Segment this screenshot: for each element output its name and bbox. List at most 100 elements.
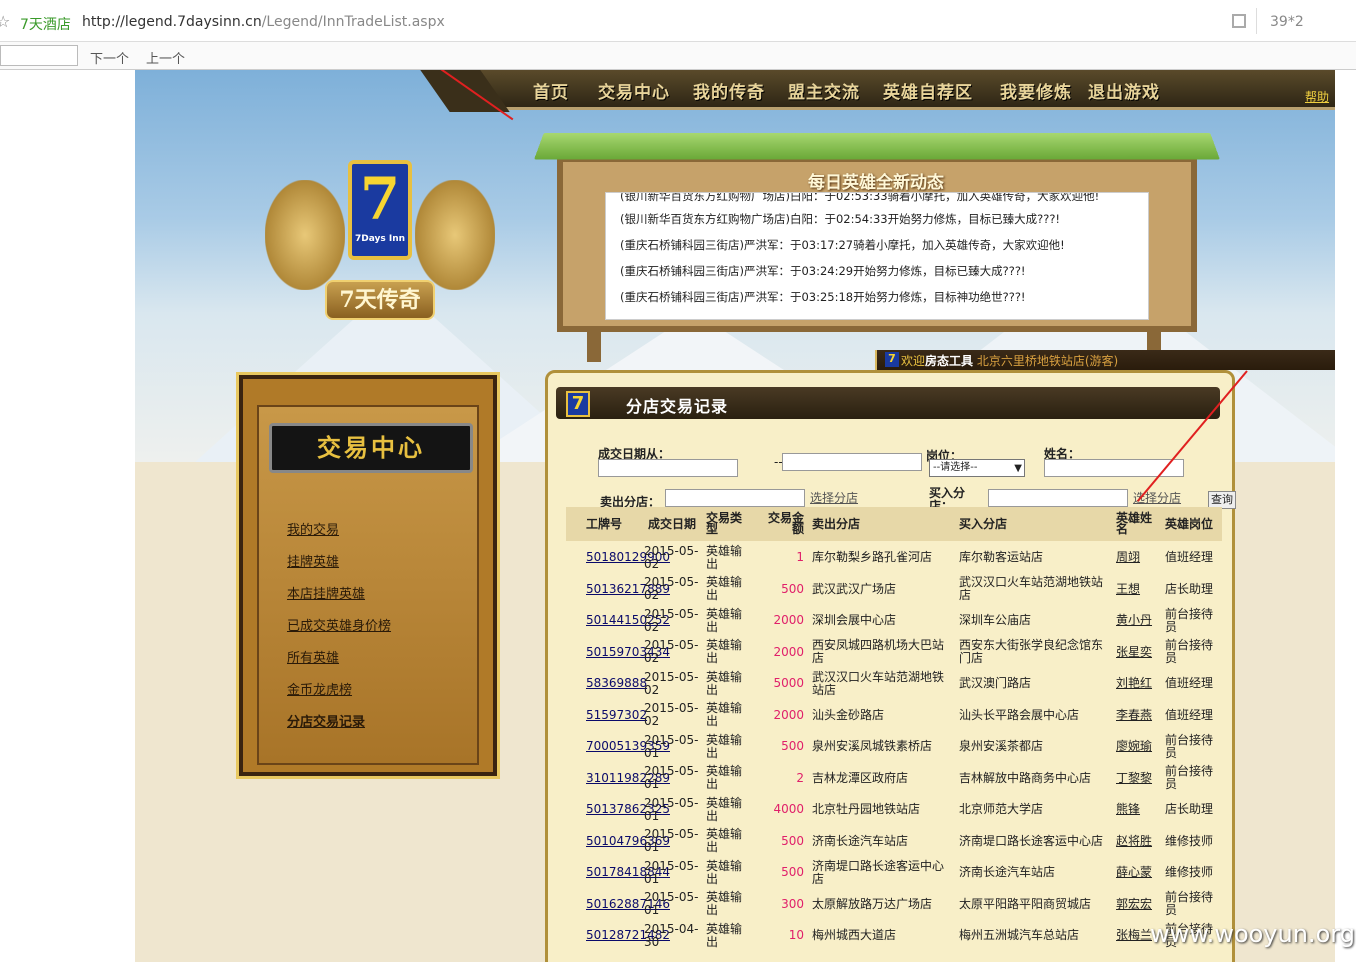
logo-banner: 7天传奇: [325, 280, 435, 320]
seller-branch: 武汉武汉广场店: [812, 581, 897, 596]
nav-logout[interactable]: 退出游戏: [1088, 78, 1160, 103]
badge-id[interactable]: 50136217889: [586, 574, 670, 605]
hero-name[interactable]: 李春燕: [1116, 700, 1156, 731]
badge-id[interactable]: 50104796369: [586, 826, 670, 857]
trade-type: 英雄输出: [706, 543, 743, 571]
help-link[interactable]: 帮助: [1305, 88, 1329, 105]
hero-name[interactable]: 薛心蒙: [1116, 857, 1156, 888]
hero-name[interactable]: 王想: [1116, 574, 1156, 605]
badge-id[interactable]: 50159703434: [586, 637, 670, 668]
hero-position: 值班经理: [1165, 676, 1214, 690]
seller-branch: 济南堤口路长途客运中心店: [812, 858, 945, 886]
buyer-branch: 太原平阳路平阳商贸城店: [959, 896, 1092, 911]
seller-branch: 吉林龙潭区政府店: [812, 770, 909, 785]
hero-name[interactable]: 熊锋: [1116, 794, 1156, 825]
trade-amount: 10: [788, 928, 804, 942]
7days-badge: 7 7Days Inn: [348, 160, 412, 260]
welcome-strip: 7 欢迎房态工具 北京六里桥地铁站店(游客): [875, 350, 1335, 370]
trade-amount: 1: [796, 550, 804, 564]
trade-amount: 2000: [773, 707, 804, 722]
badge-id[interactable]: 50137862325: [586, 794, 670, 825]
hero-name[interactable]: 丁黎黎: [1116, 763, 1156, 794]
7days-mini-icon: 7: [566, 391, 590, 417]
trade-type: 英雄输出: [706, 795, 743, 823]
table-row: 50144150252 2015-05-02 英雄输出 2000 深圳会展中心店 深圳车公…: [566, 605, 1222, 636]
star-icon[interactable]: ☆: [0, 12, 10, 31]
menu-title: 交易中心: [269, 423, 473, 473]
nav-train[interactable]: 我要修炼: [1000, 78, 1072, 103]
badge-id[interactable]: 50128721482: [586, 920, 670, 951]
7-days-legend-logo: 7 7Days Inn 7天传奇: [265, 140, 495, 330]
table-row: 58369888 2015-05-02 英雄输出 5000 武汉汉口火车站范湖地铁站店武…: [566, 668, 1222, 699]
sell-branch-input[interactable]: [665, 489, 805, 507]
nav-home[interactable]: 首页: [533, 78, 569, 103]
nav-hero-recommend[interactable]: 英雄自荐区: [883, 78, 973, 103]
buy-branch-input[interactable]: [988, 489, 1128, 507]
hero-position: 维修技师: [1165, 865, 1214, 879]
menu-list-hero[interactable]: 挂牌英雄: [287, 551, 339, 570]
hero-name[interactable]: 郭宏宏: [1116, 889, 1156, 920]
trade-type: 英雄输出: [706, 921, 743, 949]
table-row: 31011982289 2015-05-01 英雄输出 2 吉林龙潭区政府店 吉林解放中路…: [566, 763, 1222, 794]
hero-position: 店长助理: [1165, 581, 1214, 596]
buyer-branch: 库尔勒客运站店: [959, 550, 1044, 564]
7days-mini-icon: 7: [885, 352, 899, 367]
hero-position: 值班经理: [1165, 707, 1214, 722]
trade-date: 2015-05-01: [644, 732, 699, 760]
nav-my-legend[interactable]: 我的传奇: [693, 78, 765, 103]
hero-position: 前台接待员: [1165, 890, 1214, 917]
badge-id[interactable]: 58369888: [586, 668, 647, 699]
hero-name[interactable]: 刘艳红: [1116, 668, 1156, 699]
badge-id[interactable]: 50162887146: [586, 889, 670, 920]
address-bar[interactable]: ☆ 7天酒店 http://legend.7daysinn.cn/Legend/…: [0, 0, 1356, 42]
menu-gold-ranking[interactable]: 金币龙虎榜: [287, 679, 352, 698]
col-buyer: 买入分店: [959, 516, 1008, 531]
col-date: 成交日期: [648, 516, 697, 531]
trade-records-panel: 7 分店交易记录 成交日期从： -- 岗位： --请选择-- ▼ 姓名： 卖出分店…: [545, 370, 1236, 962]
site-name: 7天酒店: [20, 17, 71, 33]
find-next-button[interactable]: 下一个: [90, 48, 129, 67]
hero-name[interactable]: 张星奕: [1116, 637, 1156, 668]
position-select[interactable]: --请选择-- ▼: [929, 459, 1025, 477]
hero-name[interactable]: 廖婉瑜: [1116, 731, 1156, 762]
trade-type: 英雄输出: [706, 858, 743, 886]
date-to-input[interactable]: [782, 453, 922, 471]
nav-leader-chat[interactable]: 盟主交流: [788, 78, 860, 103]
buyer-branch: 吉林解放中路商务中心店: [959, 770, 1092, 785]
badge-id[interactable]: 50178418844: [586, 857, 670, 888]
trade-type: 英雄输出: [706, 827, 743, 854]
trade-type: 英雄输出: [706, 890, 743, 917]
menu-store-listed-heroes[interactable]: 本店挂牌英雄: [287, 583, 365, 602]
panel-title: 分店交易记录: [626, 397, 729, 416]
find-input[interactable]: [0, 45, 78, 66]
hero-position: 维修技师: [1165, 833, 1214, 848]
hero-position: 前台接待员: [1165, 764, 1214, 791]
menu-my-trades[interactable]: 我的交易: [287, 519, 339, 538]
menu-branch-trade-records[interactable]: 分店交易记录: [287, 711, 365, 730]
nav-trade-center[interactable]: 交易中心: [598, 78, 670, 103]
url-text[interactable]: http://legend.7daysinn.cn/Legend/InnTrad…: [82, 14, 445, 30]
select-sell-branch-link[interactable]: 选择分店: [810, 489, 858, 506]
menu-value-ranking[interactable]: 已成交英雄身价榜: [287, 615, 391, 634]
buyer-branch: 泉州安溪茶都店: [959, 739, 1044, 753]
user-store: 北京六里桥地铁站店(游客): [976, 354, 1119, 368]
zoom-indicator[interactable]: 39*2: [1270, 14, 1304, 30]
hero-name[interactable]: 黄小丹: [1116, 605, 1156, 636]
badge-id[interactable]: 31011982289: [586, 763, 670, 794]
hero-name[interactable]: 周翊: [1116, 542, 1156, 573]
badge-id[interactable]: 51597302: [586, 700, 647, 731]
date-from-input[interactable]: [598, 459, 738, 477]
badge-id[interactable]: 70005139359: [586, 731, 670, 762]
trade-type: 英雄输出: [706, 701, 743, 728]
trade-date: 2015-05-01: [644, 827, 699, 854]
badge-id[interactable]: 50180129900: [586, 542, 670, 573]
table-row: 51597302 2015-05-02 英雄输出 2000 汕头金砂路店 汕头长平路会展中…: [566, 700, 1222, 731]
trade-type: 英雄输出: [706, 764, 743, 791]
menu-all-heroes[interactable]: 所有英雄: [287, 647, 339, 666]
badge-id[interactable]: 50144150252: [586, 605, 670, 636]
table-row: 50159703434 2015-05-02 英雄输出 2000 西安凤城四路机场大巴站…: [566, 637, 1222, 668]
find-prev-button[interactable]: 上一个: [146, 48, 185, 67]
qr-code-icon[interactable]: [1232, 14, 1246, 28]
hero-name[interactable]: 赵将胜: [1116, 826, 1156, 857]
news-item: (重庆石桥铺科园三街店)严洪军：于03:25:18开始努力修炼，目标神功绝世??…: [620, 290, 1026, 304]
